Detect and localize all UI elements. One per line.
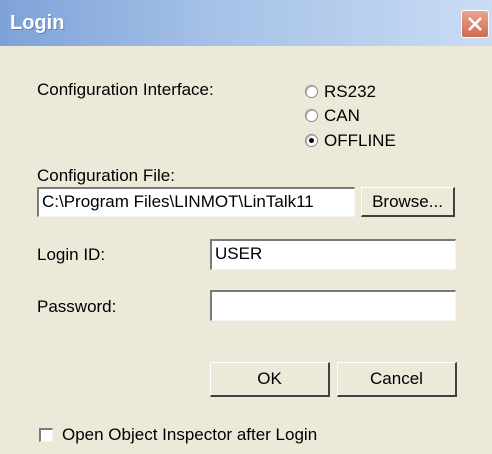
login-id-input[interactable]: USER — [210, 239, 456, 270]
ok-button[interactable]: OK — [210, 362, 330, 397]
password-input[interactable] — [210, 290, 456, 321]
cancel-button[interactable]: Cancel — [337, 362, 457, 397]
radio-can-label: CAN — [324, 106, 360, 125]
open-object-inspector-checkbox[interactable] — [39, 428, 53, 442]
close-button[interactable] — [461, 10, 489, 38]
close-x-icon — [468, 17, 482, 31]
configuration-file-input[interactable]: C:\Program Files\LINMOT\LinTalk11 — [37, 187, 355, 217]
window-title: Login — [10, 12, 65, 34]
radio-rs232-label: RS232 — [324, 82, 376, 101]
password-label: Password: — [37, 297, 117, 316]
radio-offline-circle[interactable] — [305, 134, 318, 147]
title-bar[interactable]: Login — [0, 0, 492, 46]
configuration-file-label: Configuration File: — [37, 166, 175, 185]
radio-rs232-circle[interactable] — [305, 85, 318, 98]
login-dialog: Login Configuration Interface: RS232 CAN… — [0, 0, 492, 454]
radio-offline-label: OFFLINE — [324, 131, 396, 150]
browse-button[interactable]: Browse... — [361, 187, 455, 217]
configuration-interface-label: Configuration Interface: — [37, 80, 214, 99]
open-object-inspector-label: Open Object Inspector after Login — [62, 425, 318, 444]
radio-selected-dot — [309, 138, 314, 143]
login-id-label: Login ID: — [37, 245, 106, 264]
radio-can-circle[interactable] — [305, 109, 318, 122]
